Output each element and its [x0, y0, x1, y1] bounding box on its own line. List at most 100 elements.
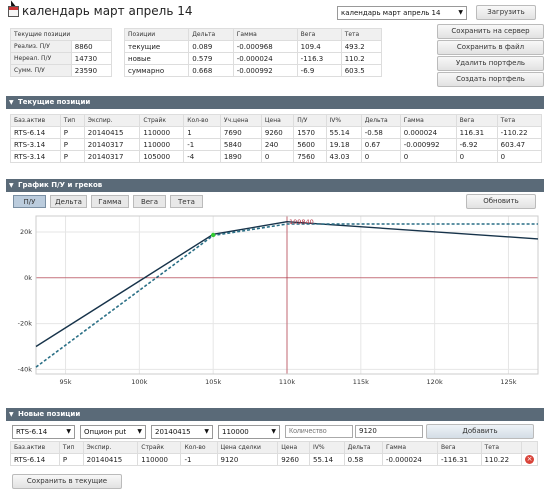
table-cell: P — [59, 150, 85, 163]
table-cell: -0.000024 — [381, 453, 438, 466]
price-input[interactable]: 9120 — [355, 425, 423, 438]
table-cell: 105000 — [139, 150, 185, 163]
column-header: Баз.актив — [10, 441, 60, 454]
column-header: Тип — [59, 114, 85, 127]
table-cell: суммарно — [123, 64, 190, 77]
new-positions-header[interactable]: Новые позиции — [6, 408, 544, 421]
table-row[interactable]: RTS-6.14 P 20140415 110000 1 7690 9260 1570 55.1… — [10, 126, 543, 139]
option-type-select[interactable]: Опцион put ▼ — [80, 425, 146, 439]
table-cell: 20140317 — [83, 150, 141, 163]
chevron-down-icon: ▼ — [204, 428, 209, 435]
column-header: Тип — [58, 441, 84, 454]
table-cell: 9120 — [216, 453, 279, 466]
section-title: График П/У и греков — [18, 181, 103, 189]
table-cell: 0 — [360, 150, 401, 163]
chart-tab[interactable]: Дельта — [50, 195, 87, 208]
delete-icon[interactable]: × — [525, 455, 534, 464]
column-header: Уч.цена — [219, 114, 262, 127]
column-header: Цена — [277, 441, 310, 454]
table-row[interactable]: новые 0.579 -0.000024 -116.3 110.2 — [123, 52, 383, 65]
chart-tab[interactable]: Вега — [133, 195, 166, 208]
table-cell: P — [59, 126, 85, 139]
summary-value: 23590 — [70, 64, 113, 77]
chevron-down-icon: ▼ — [458, 9, 463, 16]
chart-section-header[interactable]: График П/У и греков — [6, 179, 544, 192]
table-cell: -6.92 — [455, 138, 498, 151]
table-cell: -1 — [180, 453, 218, 466]
chevron-down-icon: ▼ — [271, 428, 276, 435]
save-server-button[interactable]: Сохранить на сервер — [437, 24, 544, 39]
table-cell: новые — [123, 52, 190, 65]
chart-tab[interactable]: Тета — [170, 195, 203, 208]
table-cell: -0.000992 — [232, 64, 298, 77]
table-cell: 240 — [260, 138, 295, 151]
load-button[interactable]: Загрузить — [476, 5, 536, 20]
table-cell: RTS-6.14 — [10, 126, 61, 139]
calendar-icon — [8, 5, 19, 17]
table-cell: 110.22 — [480, 453, 523, 466]
table-row[interactable]: текущие 0.089 -0.000968 109.4 493.2 — [123, 40, 383, 53]
table-cell: 1570 — [293, 126, 327, 139]
table-cell: 43.03 — [325, 150, 362, 163]
table-cell: 20140317 — [83, 138, 141, 151]
strike-select[interactable]: 110000 ▼ — [218, 425, 280, 439]
quantity-input[interactable] — [285, 425, 353, 438]
column-header: IV% — [325, 114, 362, 127]
expiry-value: 20140415 — [155, 428, 191, 436]
table-cell: 0 — [260, 150, 295, 163]
table-cell: 0.089 — [188, 40, 234, 53]
table-cell: 116.31 — [455, 126, 498, 139]
summary-value: 14730 — [70, 52, 113, 65]
delete-portfolio-button[interactable]: Удалить портфель — [437, 56, 544, 71]
table-cell: -110.22 — [496, 126, 543, 139]
table-row[interactable]: RTS-3.14 P 20140317 105000 -4 1890 0 7560 43.03 0… — [10, 150, 543, 163]
column-header: Гамма — [399, 114, 457, 127]
summary-header: Текущие позиции — [10, 28, 112, 41]
y-tick-label: 20k — [20, 228, 32, 236]
column-header: Вега — [296, 28, 342, 41]
create-portfolio-button[interactable]: Создать портфель — [437, 72, 544, 87]
chart-tab[interactable]: Гамма — [91, 195, 129, 208]
x-tick-label: 120k — [427, 378, 443, 386]
x-tick-label: 110k — [279, 378, 295, 386]
table-cell: 110000 — [139, 126, 185, 139]
column-header: Экспир. — [82, 441, 139, 454]
table-cell: 109.4 — [296, 40, 342, 53]
asset-select[interactable]: RTS-6.14 ▼ — [12, 425, 75, 439]
chart-tab[interactable]: П/У — [13, 195, 46, 208]
table-cell: 19.18 — [325, 138, 362, 151]
table-cell: 7690 — [219, 126, 262, 139]
table-cell: 0.67 — [360, 138, 401, 151]
table-row[interactable]: RTS-6.14 P 20140415 110000 -1 9120 9260 55.14 0.… — [10, 453, 538, 466]
column-header: Кол-во — [183, 114, 221, 127]
table-cell: 5840 — [219, 138, 262, 151]
expiry-select[interactable]: 20140415 ▼ — [151, 425, 213, 439]
summary-label: Реализ. П/У — [10, 40, 72, 53]
section-title: Текущие позиции — [18, 98, 91, 106]
table-row[interactable]: суммарно 0.668 -0.000992 -6.9 603.5 — [123, 64, 383, 77]
column-header: Экспир. — [83, 114, 141, 127]
asset-select-value: RTS-6.14 — [16, 428, 48, 436]
x-tick-label: 105k — [205, 378, 221, 386]
table-cell: 0.668 — [188, 64, 234, 77]
column-header: Тета — [480, 441, 523, 454]
current-positions-table: Баз.актив Тип Экспир. Страйк Кол-во Уч.цена Це… — [10, 114, 543, 163]
save-file-button[interactable]: Сохранить в файл — [437, 40, 544, 55]
table-cell: -116.31 — [436, 453, 482, 466]
column-header: Страйк — [137, 441, 182, 454]
add-button[interactable]: Добавить — [426, 424, 534, 439]
table-cell: 0.579 — [188, 52, 234, 65]
table-cell: 1 — [183, 126, 221, 139]
page-title-text: календарь март апрель 14 — [22, 4, 193, 18]
save-to-current-button[interactable]: Сохранить в текущие — [12, 474, 122, 489]
current-positions-header[interactable]: Текущие позиции — [6, 96, 544, 109]
refresh-button[interactable]: Обновить — [466, 194, 536, 209]
column-header: Дельта — [360, 114, 401, 127]
column-header: Баз.актив — [10, 114, 61, 127]
table-cell: -116.3 — [296, 52, 342, 65]
portfolio-select[interactable]: календарь март апрель 14 ▼ — [337, 6, 467, 20]
column-header: IV% — [308, 441, 345, 454]
table-row[interactable]: RTS-3.14 P 20140317 110000 -1 5840 240 5600 19.1… — [10, 138, 543, 151]
column-header: П/У — [293, 114, 327, 127]
table-cell: 110000 — [137, 453, 182, 466]
